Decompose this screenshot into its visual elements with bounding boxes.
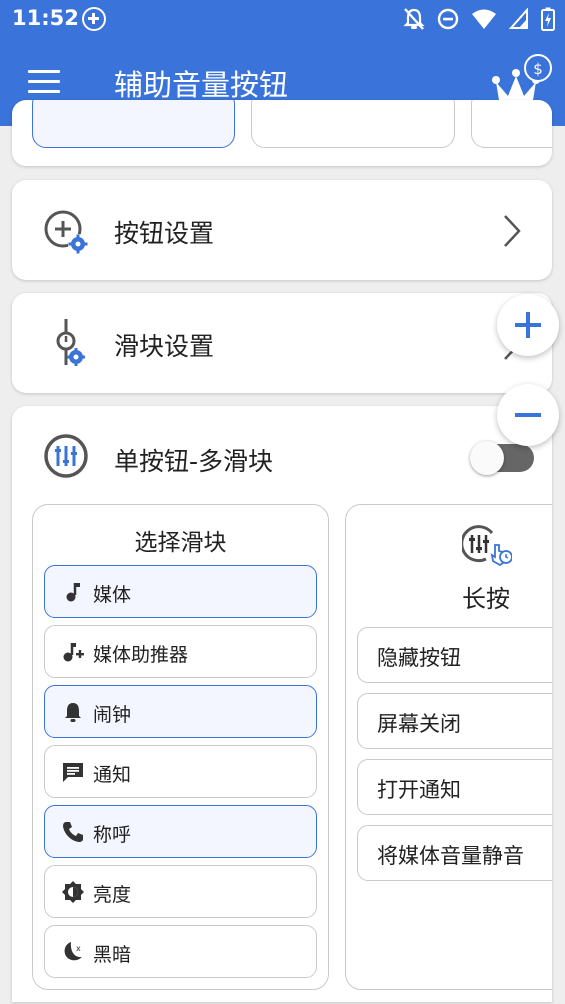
slider-item-label: 亮度 [93, 884, 132, 906]
wifi-icon [472, 9, 496, 29]
battery-charging-icon [541, 7, 555, 31]
long-press-title: 长按 [462, 585, 510, 613]
scrolled-card [12, 100, 552, 166]
single-button-multi-slider-card: 单按钮-多滑块 选择滑块 媒体 媒体助推器 闹钟 通知 称呼 亮度 x 黑暗 长… [12, 406, 552, 1002]
slider-item-label: 称呼 [93, 824, 132, 846]
zoom-out-icon [515, 413, 541, 417]
slider-item-label: 媒体 [93, 584, 132, 606]
partial-option-box[interactable] [32, 100, 235, 148]
status-time: 11:52 [12, 6, 79, 30]
slider-settings-row[interactable]: 滑块设置 [12, 293, 552, 393]
status-bar: 11:52 [0, 0, 565, 38]
slider-gear-icon [56, 319, 85, 366]
mode-toggle[interactable] [470, 441, 534, 475]
action-screen-off[interactable]: 屏幕关闭 [357, 693, 552, 749]
slider-item-label: 通知 [93, 764, 132, 786]
slider-item-call[interactable]: 称呼 [44, 805, 317, 858]
app-title: 辅助音量按钮 [114, 68, 289, 102]
slider-item-label: 媒体助推器 [93, 644, 189, 666]
action-label: 屏幕关闭 [377, 712, 461, 736]
action-label: 将媒体音量静音 [377, 844, 524, 868]
slider-item-label: 黑暗 [93, 944, 132, 966]
zoom-in-button[interactable] [497, 294, 559, 356]
add-circle-gear-icon [44, 210, 88, 254]
mode-label: 单按钮-多滑块 [114, 447, 274, 476]
action-hide-button[interactable]: 隐藏按钮 [357, 627, 552, 683]
slider-item-label: 闹钟 [93, 704, 132, 726]
button-settings-label: 按钮设置 [114, 219, 215, 248]
hamburger-menu-icon[interactable] [28, 70, 60, 94]
equalizer-icon [44, 434, 88, 478]
zoom-in-icon [515, 312, 541, 338]
slider-settings-label: 滑块设置 [114, 332, 215, 361]
signal-icon [509, 8, 528, 29]
brightness-icon [62, 881, 84, 903]
music-note-icon [66, 583, 80, 602]
zoom-out-button[interactable] [497, 384, 559, 446]
music-plus-icon [63, 643, 84, 662]
do-not-disturb-icon [437, 8, 459, 30]
chevron-right-icon [504, 215, 521, 247]
toggle-knob [470, 441, 504, 475]
action-open-notifications[interactable]: 打开通知 [357, 759, 552, 815]
select-slider-title: 选择滑块 [134, 530, 227, 556]
phone-icon [63, 822, 83, 842]
equalizer-touch-icon [462, 525, 512, 567]
partial-option-box[interactable] [251, 100, 455, 148]
button-settings-row[interactable]: 按钮设置 [12, 180, 552, 280]
svg-text:$: $ [533, 60, 543, 78]
bell-icon [65, 703, 81, 722]
partial-option-box[interactable] [471, 100, 552, 148]
svg-text:x: x [76, 944, 81, 953]
dark-mode-icon: x [64, 942, 82, 961]
slider-item-alarm[interactable]: 闹钟 [44, 685, 317, 738]
action-label: 打开通知 [377, 778, 461, 802]
notifications-off-icon [403, 8, 425, 30]
slider-item-media-booster[interactable]: 媒体助推器 [44, 625, 317, 678]
add-circle-icon [82, 7, 106, 31]
message-icon [63, 763, 83, 782]
long-press-panel: 长按 隐藏按钮 屏幕关闭 打开通知 将媒体音量静音 [345, 504, 552, 990]
slider-item-notification[interactable]: 通知 [44, 745, 317, 798]
slider-item-brightness[interactable]: 亮度 [44, 865, 317, 918]
slider-item-media[interactable]: 媒体 [44, 565, 317, 618]
select-slider-panel: 选择滑块 媒体 媒体助推器 闹钟 通知 称呼 亮度 x 黑暗 [32, 504, 329, 990]
action-mute-media[interactable]: 将媒体音量静音 [357, 825, 552, 881]
status-icons [403, 6, 555, 32]
action-label: 隐藏按钮 [377, 646, 461, 670]
slider-item-dark[interactable]: x 黑暗 [44, 925, 317, 978]
